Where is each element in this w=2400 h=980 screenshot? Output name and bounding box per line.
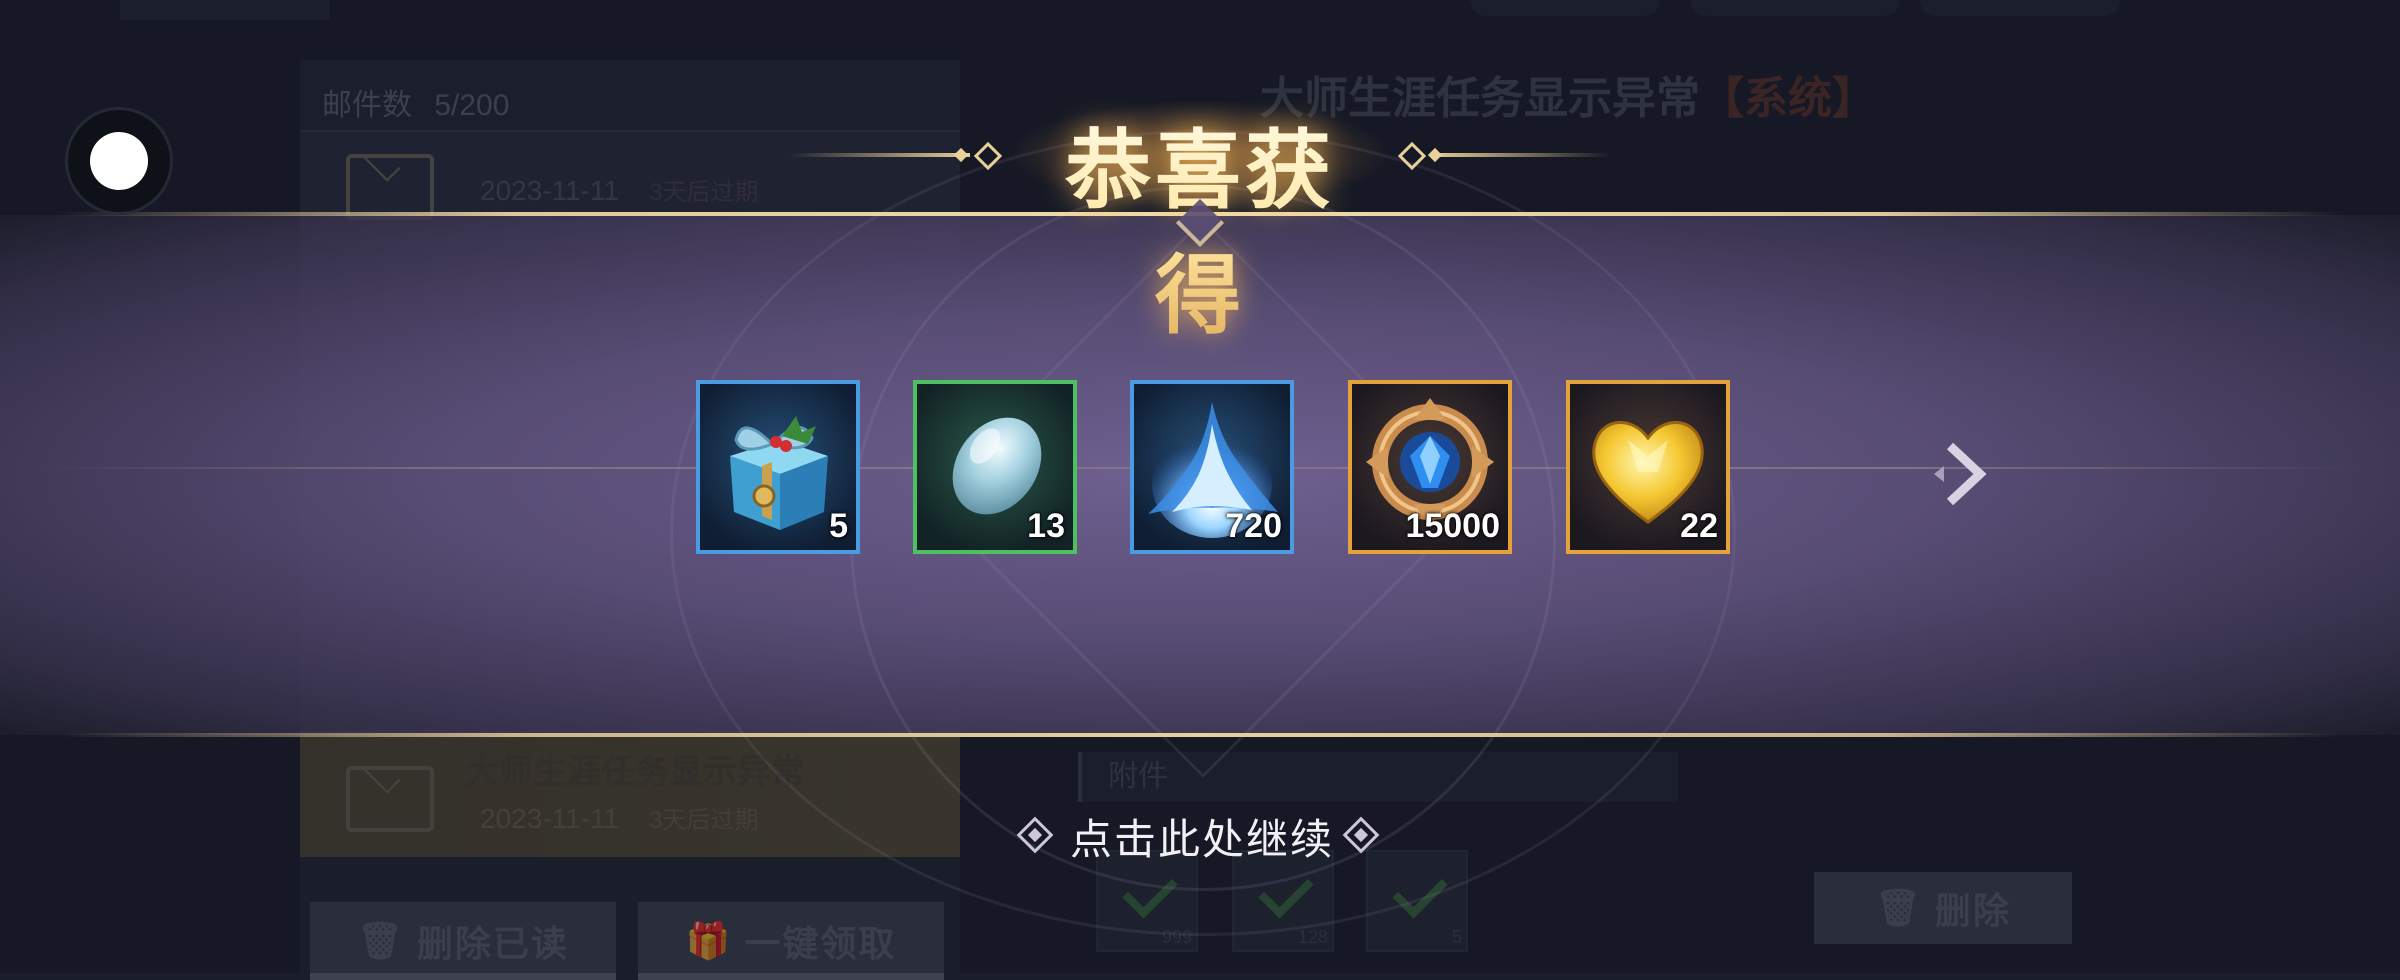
title-ornament-left (790, 153, 970, 157)
chevron-right-icon[interactable] (1928, 438, 2000, 510)
reward-item-sapphire-medallion[interactable]: 15000 (1348, 380, 1512, 554)
reward-item-crystal-stone[interactable]: 13 (913, 380, 1077, 554)
reward-item-gold-heart-gem[interactable]: 22 (1566, 380, 1730, 554)
floating-ball-icon[interactable] (68, 110, 170, 212)
reward-item-blue-flame[interactable]: 720 (1130, 380, 1294, 554)
reward-item-gift-box[interactable]: 5 (696, 380, 860, 554)
continue-prompt[interactable]: 点击此处继续 (1070, 806, 1334, 867)
band-bottom-border (60, 733, 2340, 737)
reward-quantity: 22 (1680, 507, 1718, 545)
reward-quantity: 720 (1225, 507, 1282, 545)
reward-quantity: 13 (1027, 507, 1065, 545)
title-ornament-right (1430, 153, 1610, 157)
reward-quantity: 15000 (1405, 507, 1500, 545)
reward-quantity: 5 (829, 507, 848, 545)
